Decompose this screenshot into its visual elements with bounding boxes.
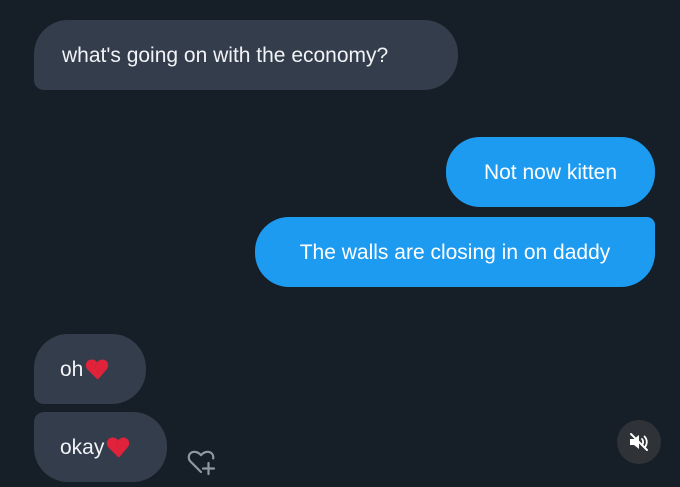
message-bubble-received[interactable]: okay <box>34 412 167 482</box>
message-bubble-received[interactable]: what's going on with the economy? <box>34 20 458 90</box>
message-text: oh <box>60 357 84 381</box>
add-reaction-button[interactable] <box>184 445 218 479</box>
message-bubble-sent[interactable]: The walls are closing in on daddy <box>255 217 655 287</box>
message-text: what's going on with the economy? <box>62 43 389 67</box>
broken-heart-icon <box>107 437 130 458</box>
message-bubble-sent[interactable]: Not now kitten <box>446 137 655 207</box>
message-text: okay <box>60 435 105 459</box>
heart-plus-icon <box>187 450 216 476</box>
broken-heart-icon <box>86 359 109 380</box>
message-text: Not now kitten <box>483 160 618 184</box>
chat-screen: what's going on with the economy? Not no… <box>0 0 680 487</box>
message-bubble-received[interactable]: oh <box>34 334 146 404</box>
speaker-muted-icon <box>630 433 648 451</box>
message-text: The walls are closing in on daddy <box>299 240 611 264</box>
mute-toggle-button[interactable] <box>617 420 661 464</box>
